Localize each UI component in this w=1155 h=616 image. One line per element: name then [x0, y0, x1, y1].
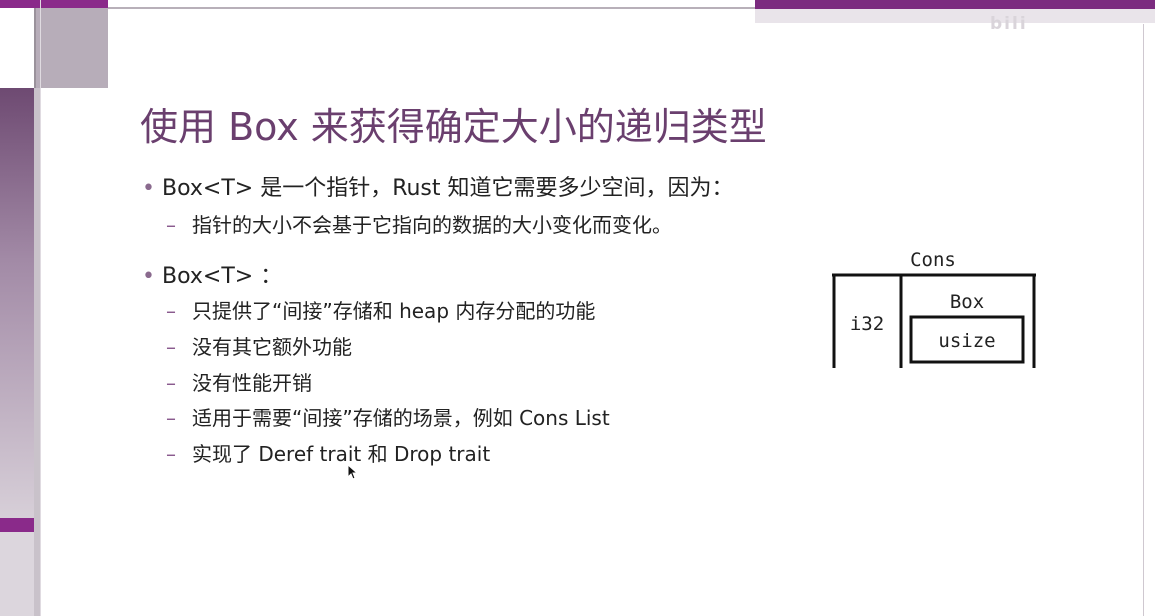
- dash-icon: –: [166, 371, 176, 395]
- sub-bullet-item: – 指针的大小不会基于它指向的数据的大小变化而变化。: [166, 209, 672, 238]
- right-divider-line: [1143, 24, 1144, 616]
- bullet-dot-icon: •: [142, 264, 155, 289]
- dash-icon: –: [166, 335, 176, 359]
- sub-bullet-text: 指针的大小不会基于它指向的数据的大小变化而变化。: [192, 213, 672, 237]
- bullet-text: Box<T> ：: [162, 264, 283, 289]
- sub-bullet-text: 只提供了“间接”存储和 heap 内存分配的功能: [192, 299, 596, 323]
- box-label: Box: [950, 291, 984, 313]
- sub-bullet-text: 实现了 Deref trait 和 Drop trait: [192, 442, 491, 466]
- sub-bullet-text: 没有性能开销: [192, 371, 312, 395]
- left-lower-block: [0, 532, 34, 616]
- dash-icon: –: [166, 442, 176, 466]
- sub-bullet-text: 适用于需要“间接”存储的场景，例如 Cons List: [192, 406, 610, 430]
- top-left-block: [0, 8, 36, 88]
- top-left-accent-strip: [0, 0, 108, 8]
- top-right-shade: [755, 9, 1155, 23]
- sub-bullet-item: – 实现了 Deref trait 和 Drop trait: [166, 438, 490, 467]
- top-left-grey-block: [36, 8, 108, 88]
- dash-icon: –: [166, 213, 176, 237]
- slide-title: 使用 Box 来获得确定大小的递归类型: [140, 105, 767, 149]
- top-right-accent-strip: [755, 0, 1155, 9]
- cons-label: Cons: [910, 249, 956, 271]
- left-gradient-bar: [0, 88, 34, 518]
- sub-bullet-item: – 只提供了“间接”存储和 heap 内存分配的功能: [166, 295, 595, 324]
- mouse-cursor-icon: [347, 464, 359, 480]
- bullet-dot-icon: •: [142, 176, 155, 201]
- watermark-logo: bili: [990, 14, 1028, 34]
- sub-bullet-item: – 没有性能开销: [166, 367, 312, 396]
- i32-label: i32: [850, 313, 884, 335]
- bullet-text: Box<T> 是一个指针，Rust 知道它需要多少空间，因为：: [162, 176, 734, 201]
- cons-box-diagram: Cons i32 Box usize: [832, 249, 1036, 368]
- dash-icon: –: [166, 406, 176, 430]
- top-divider-line: [108, 7, 755, 9]
- sub-bullet-item: – 适用于需要“间接”存储的场景，例如 Cons List: [166, 402, 610, 431]
- usize-label: usize: [938, 330, 995, 352]
- sub-bullet-text: 没有其它额外功能: [192, 335, 352, 359]
- bullet-item: • Box<T> 是一个指针，Rust 知道它需要多少空间，因为：: [142, 170, 734, 202]
- left-divider-line: [40, 0, 41, 616]
- bullet-item: • Box<T> ：: [142, 258, 282, 290]
- sub-bullet-item: – 没有其它额外功能: [166, 331, 352, 360]
- dash-icon: –: [166, 299, 176, 323]
- left-accent-strip: [0, 518, 34, 532]
